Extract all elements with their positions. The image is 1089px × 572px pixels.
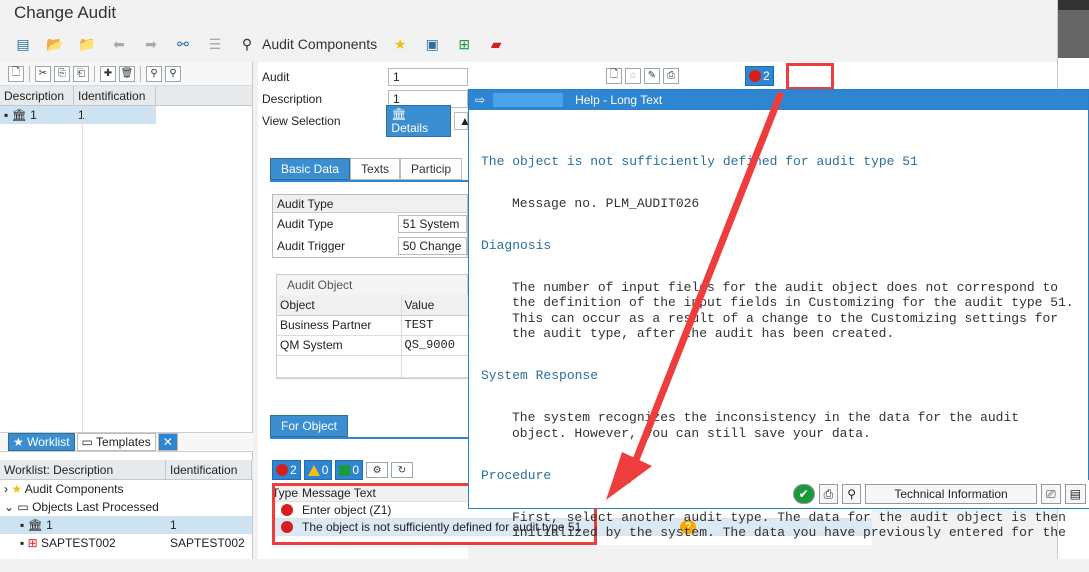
main-toolbar: ▤ 📂 📁 ⬅ ➡ ⚯ ☰ ⚲ Audit Components ★ ▣ ⊞ ▰ [0,28,1057,60]
object-toolbar: 🗋 ⌂ ✎ ⎙ 2 [468,62,1057,89]
cut-icon[interactable]: ✂ [35,65,51,82]
worklist-row-objects-last-processed[interactable]: ⌄ ▭ Objects Last Processed [0,498,253,516]
refresh-icon[interactable]: ↻ [391,462,414,478]
left-navigation-pane: 🗋 ✂ ⎘ ⎗ ✚ 🗑 ⚲ ⚲ Description Identificati… [0,62,253,559]
description-label: Description [262,92,323,106]
detail-tabs: Basic Data Texts Particip [270,158,468,180]
audit-object-table: Object Value Business Partner TEST QM Syst… [277,295,469,378]
audit-type-header: Audit Type [273,195,467,213]
tab-texts[interactable]: Texts [350,158,401,180]
glasses-icon[interactable]: ⚯ [174,35,192,53]
column-value: Value [401,295,469,316]
window-title: Change Audit [0,0,1057,28]
list-icon[interactable]: ☰ [206,35,224,53]
message-number: Message no. PLM_AUDIT026 [512,195,700,211]
window-icon: ⇨ [475,93,486,107]
find-icon[interactable]: ⚲ [842,484,862,504]
view-selection-label: View Selection [262,114,341,128]
audit-object-box: Audit Object Object Value Business Partne… [276,274,469,379]
audit-field[interactable]: 1 [388,68,468,86]
audit-trigger-field[interactable]: 50 Change [397,237,467,255]
worklist-row-1[interactable]: ▪ 🏛 1 1 [0,516,253,534]
redacted-system-name [493,93,564,107]
column-object: Object [277,295,402,316]
hierarchy-icon[interactable]: ⊞ [455,35,473,53]
more-icon[interactable]: ▤ [1064,484,1086,504]
export-icon[interactable]: ⎚ [1041,484,1061,504]
folder-icon[interactable]: 📁 [78,35,96,53]
notes-icon[interactable]: ✎ [644,67,660,84]
help-titlebar: ⇨ Help - Long Text [469,90,1088,110]
table-row[interactable]: Business Partner TEST [277,315,469,336]
help-long-text-window: ⇨ Help - Long Text The object is not suf… [468,89,1089,540]
success-count-button[interactable]: 0 [335,460,364,480]
help-footer: ✔ ⎙ ⚲ Technical Information ⎚ ▤ [469,480,1089,508]
annotation-box-error-count [786,63,834,90]
tree-row[interactable]: ▪ 🏛 1 1 [0,106,252,124]
procedure-text: First, select another audit type. The da… [512,509,1066,541]
help-window-title: Help - Long Text [575,93,663,107]
back-arrow-icon[interactable]: ⬅ [110,35,128,53]
warning-count-button[interactable]: 0 [303,460,333,480]
star-icon[interactable]: ★ [391,35,409,53]
system-response-text: The system recognizes the inconsistency … [512,410,1020,441]
audit-type-field[interactable]: 51 System [397,215,467,233]
worklist-header: Worklist: Description Identification [0,459,253,480]
audit-type-box: Audit Type Audit Type 51 System Audit Tr… [272,194,468,258]
find-next-icon[interactable]: ⚲ [165,65,181,82]
details-button[interactable]: 🏛 Details [386,105,451,137]
delete-icon[interactable]: 🗑 [119,65,135,82]
print-icon[interactable]: ⎙ [818,484,839,504]
audit-trigger-label: Audit Trigger [277,239,346,253]
help-book-icon[interactable]: ▰ [487,35,505,53]
binoculars-icon[interactable]: ⚲ [238,35,256,53]
audit-components-button[interactable]: Audit Components [262,36,377,52]
print-icon[interactable]: ⎙ [663,67,679,84]
audit-type-label: Audit Type [277,217,334,231]
audit-label: Audit [262,70,290,84]
audit-object-header: Audit Object [277,275,467,295]
column-identification[interactable]: Identification [74,85,156,106]
technical-information-button[interactable]: Technical Information [865,484,1038,504]
disabled-icon[interactable]: ⌂ [625,67,641,84]
tab-particip[interactable]: Particip [400,158,463,180]
new-document-icon[interactable]: 🗋 [606,67,622,84]
help-heading: The object is not sufficiently defined f… [481,153,918,169]
tab-for-object[interactable]: For Object [270,415,349,437]
paste-icon[interactable]: ⎗ [73,65,89,82]
copy-icon[interactable]: ⎘ [54,65,70,82]
forward-arrow-icon[interactable]: ➡ [142,35,160,53]
tree-row-description: ▪ 🏛 1 [0,106,74,124]
worklist-row-saptest002[interactable]: ▪ ⊞ SAPTEST002 SAPTEST002 [0,534,253,552]
worklist-tabbar: ★ Worklist ▭ Templates ✕ [0,432,253,452]
column-worklist-identification[interactable]: Identification [166,459,252,480]
table-row[interactable]: QM System QS_9000 [277,335,469,356]
column-description[interactable]: Description [0,85,74,106]
tab-templates[interactable]: ▭ Templates [76,433,156,451]
ok-check-icon[interactable]: ✔ [792,484,815,504]
column-worklist-description[interactable]: Worklist: Description [0,459,166,480]
system-response-heading: System Response [481,368,599,383]
worklist-row-audit-components[interactable]: › ★ Audit Components [0,480,253,498]
error-count-button[interactable]: 2 [272,460,301,480]
top-error-count-button[interactable]: 2 [745,65,774,86]
new-icon[interactable]: 🗋 [8,65,24,82]
tree-header: Description Identification [0,85,252,106]
add-icon[interactable]: ✚ [100,65,116,82]
tree-toolbar: 🗋 ✂ ⎘ ⎗ ✚ 🗑 ⚲ ⚲ [0,62,252,86]
close-icon[interactable]: ✕ [157,433,178,451]
tab-basic-data[interactable]: Basic Data [270,158,351,180]
document-user-icon[interactable]: ▣ [423,35,441,53]
tree-row-identification: 1 [74,106,156,124]
filter-icon[interactable]: ⚙ [366,462,389,478]
message-summary-bar: 2 0 0 ⚙ ↻ [258,455,468,485]
diagnosis-heading: Diagnosis [481,237,552,253]
graphic-view-button[interactable]: ▲ [454,112,471,130]
layout-icon[interactable]: ▤ [14,35,32,53]
tab-worklist[interactable]: ★ Worklist [8,433,75,451]
folder-edit-icon[interactable]: 📂 [46,35,64,53]
find-icon[interactable]: ⚲ [146,65,162,82]
diagnosis-text: The number of input fields for the audit… [512,279,1074,342]
